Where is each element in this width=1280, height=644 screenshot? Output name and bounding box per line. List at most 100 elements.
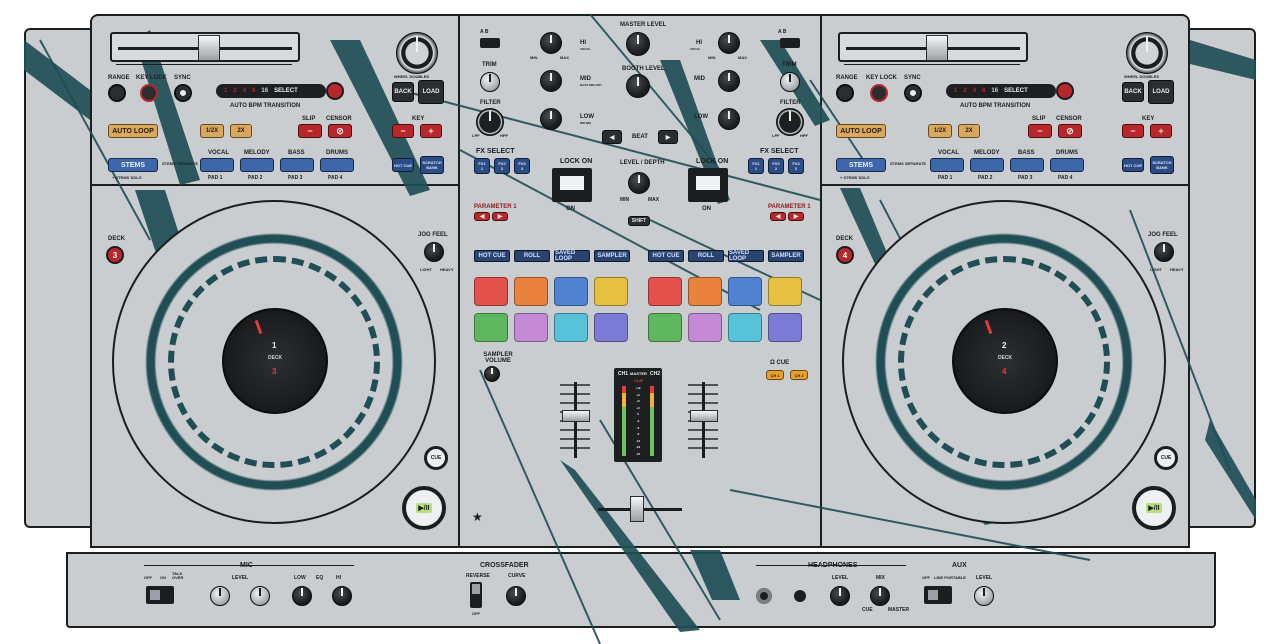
left-beat-display[interactable]: 1 2 4 8 16 SELECT [216,84,326,98]
performance-pad[interactable] [514,277,548,306]
right-auto-bpm-button[interactable] [1056,82,1074,100]
performance-pad[interactable] [728,313,762,342]
right-range-button[interactable] [836,84,854,102]
right-scratch-bank-button[interactable]: SCRATCH BANK [1150,156,1174,174]
performance-pad[interactable] [688,277,722,306]
left-auto-bpm-button[interactable] [326,82,344,100]
right-pad4-button[interactable] [1050,158,1084,172]
ch2-mode-hot-cue[interactable]: HOT CUE [648,250,684,262]
ch1-filter-knob[interactable] [476,108,504,136]
ch2-fader-cap[interactable] [690,410,718,422]
crossfader-reverse-switch[interactable] [470,582,482,608]
ch2-mode-saved-loop[interactable]: SAVED LOOP [728,250,764,262]
ch1-mode-sampler[interactable]: SAMPLER [594,250,630,262]
left-auto-loop-button[interactable]: AUTO LOOP [108,124,158,138]
aux-switch[interactable] [924,586,952,604]
mic2-level-knob[interactable] [250,586,270,606]
right-keylock-button[interactable] [870,84,888,102]
left-pitch-slider-cap[interactable] [198,35,220,61]
ch1-trim-knob[interactable] [480,72,500,92]
cue-ch1-button[interactable]: CH 1 [766,370,784,380]
performance-pad[interactable] [728,277,762,306]
ch1-mode-roll[interactable]: ROLL [514,250,550,262]
performance-pad[interactable] [594,313,628,342]
ch2-hi-knob[interactable] [718,32,740,54]
performance-pad[interactable] [474,277,508,306]
left-parameter-minus[interactable]: ◀ [474,212,490,221]
left-hot-cue-button[interactable]: HOT CUE [392,158,414,172]
left-key-plus-button[interactable]: + [420,124,442,138]
ch1-mid-knob[interactable] [540,70,562,92]
master-level-knob[interactable] [626,32,650,56]
right-lock-on-button[interactable] [688,168,728,202]
right-loop-encoder[interactable] [1126,32,1168,74]
aux-level-knob[interactable] [974,586,994,606]
right-half-button[interactable]: 1/2X [928,124,952,138]
left-parameter-plus[interactable]: ▶ [492,212,508,221]
right-key-minus-button[interactable]: − [1122,124,1144,138]
right-play-button[interactable]: ▶/II [1132,486,1176,530]
right-fx3-button[interactable]: FX3 3 [788,158,804,174]
performance-pad[interactable] [688,313,722,342]
left-range-button[interactable] [108,84,126,102]
right-auto-loop-button[interactable]: AUTO LOOP [836,124,886,138]
right-pitch-slider-cap[interactable] [926,35,948,61]
headphone-mix-knob[interactable] [870,586,890,606]
ch2-trim-knob[interactable] [780,72,800,92]
right-jogfeel-knob[interactable] [1154,242,1174,262]
mic-switch[interactable] [146,586,174,604]
left-deck-button[interactable]: 3 [106,246,124,264]
right-back-button[interactable]: BACK [1122,82,1144,102]
ch1-fader-cap[interactable] [562,410,590,422]
performance-pad[interactable] [648,313,682,342]
right-beat-display[interactable]: 1 2 4 8 16 SELECT [946,84,1056,98]
ch1-mode-saved-loop[interactable]: SAVED LOOP [554,250,590,262]
right-pad3-button[interactable] [1010,158,1044,172]
left-sync-button[interactable] [174,84,192,102]
left-pitch-slider[interactable] [110,32,300,62]
cue-ch2-button[interactable]: CH 2 [790,370,808,380]
performance-pad[interactable] [768,313,802,342]
right-parameter-plus[interactable]: ▶ [788,212,804,221]
right-slip-button[interactable]: − [1028,124,1052,138]
performance-pad[interactable] [768,277,802,306]
left-scratch-bank-button[interactable]: SCRATCH BANK [420,156,444,174]
ch1-low-knob[interactable] [540,108,562,130]
left-stems-button[interactable]: STEMS [108,158,158,172]
right-fx1-button[interactable]: FX1 1 [748,158,764,174]
mic-hi-knob[interactable] [332,586,352,606]
left-play-button[interactable]: ▶/II [402,486,446,530]
right-sync-button[interactable] [904,84,922,102]
ch2-mode-sampler[interactable]: SAMPLER [768,250,804,262]
ch2-mode-roll[interactable]: ROLL [688,250,724,262]
left-keylock-button[interactable] [140,84,158,102]
left-pad4-button[interactable] [320,158,354,172]
right-ab-switch[interactable] [780,38,800,48]
performance-pad[interactable] [554,313,588,342]
right-load-button[interactable]: LOAD [1148,80,1174,104]
performance-pad[interactable] [594,277,628,306]
left-fx1-button[interactable]: FX1 1 [474,158,490,174]
right-stems-button[interactable]: STEMS [836,158,886,172]
left-back-button[interactable]: BACK [392,82,414,102]
left-lock-on-button[interactable] [552,168,592,202]
performance-pad[interactable] [554,277,588,306]
headphone-jack-large[interactable] [756,588,772,604]
right-parameter-minus[interactable]: ◀ [770,212,786,221]
crossfader-curve-knob[interactable] [506,586,526,606]
right-pitch-slider[interactable] [838,32,1028,62]
headphone-level-knob[interactable] [830,586,850,606]
left-loop-encoder[interactable] [396,32,438,74]
left-jogfeel-knob[interactable] [424,242,444,262]
right-cue-button[interactable]: CUE [1154,446,1178,470]
left-slip-button[interactable]: − [298,124,322,138]
shift-button[interactable]: SHIFT [628,216,650,226]
left-fx2-button[interactable]: FX2 2 [494,158,510,174]
left-pad3-button[interactable] [280,158,314,172]
left-half-button[interactable]: 1/2X [200,124,224,138]
right-hot-cue-button[interactable]: HOT CUE [1122,158,1144,172]
left-fx3-button[interactable]: FX3 3 [514,158,530,174]
right-pad1-button[interactable] [930,158,964,172]
level-depth-knob[interactable] [628,172,650,194]
sampler-volume-knob[interactable] [484,366,500,382]
